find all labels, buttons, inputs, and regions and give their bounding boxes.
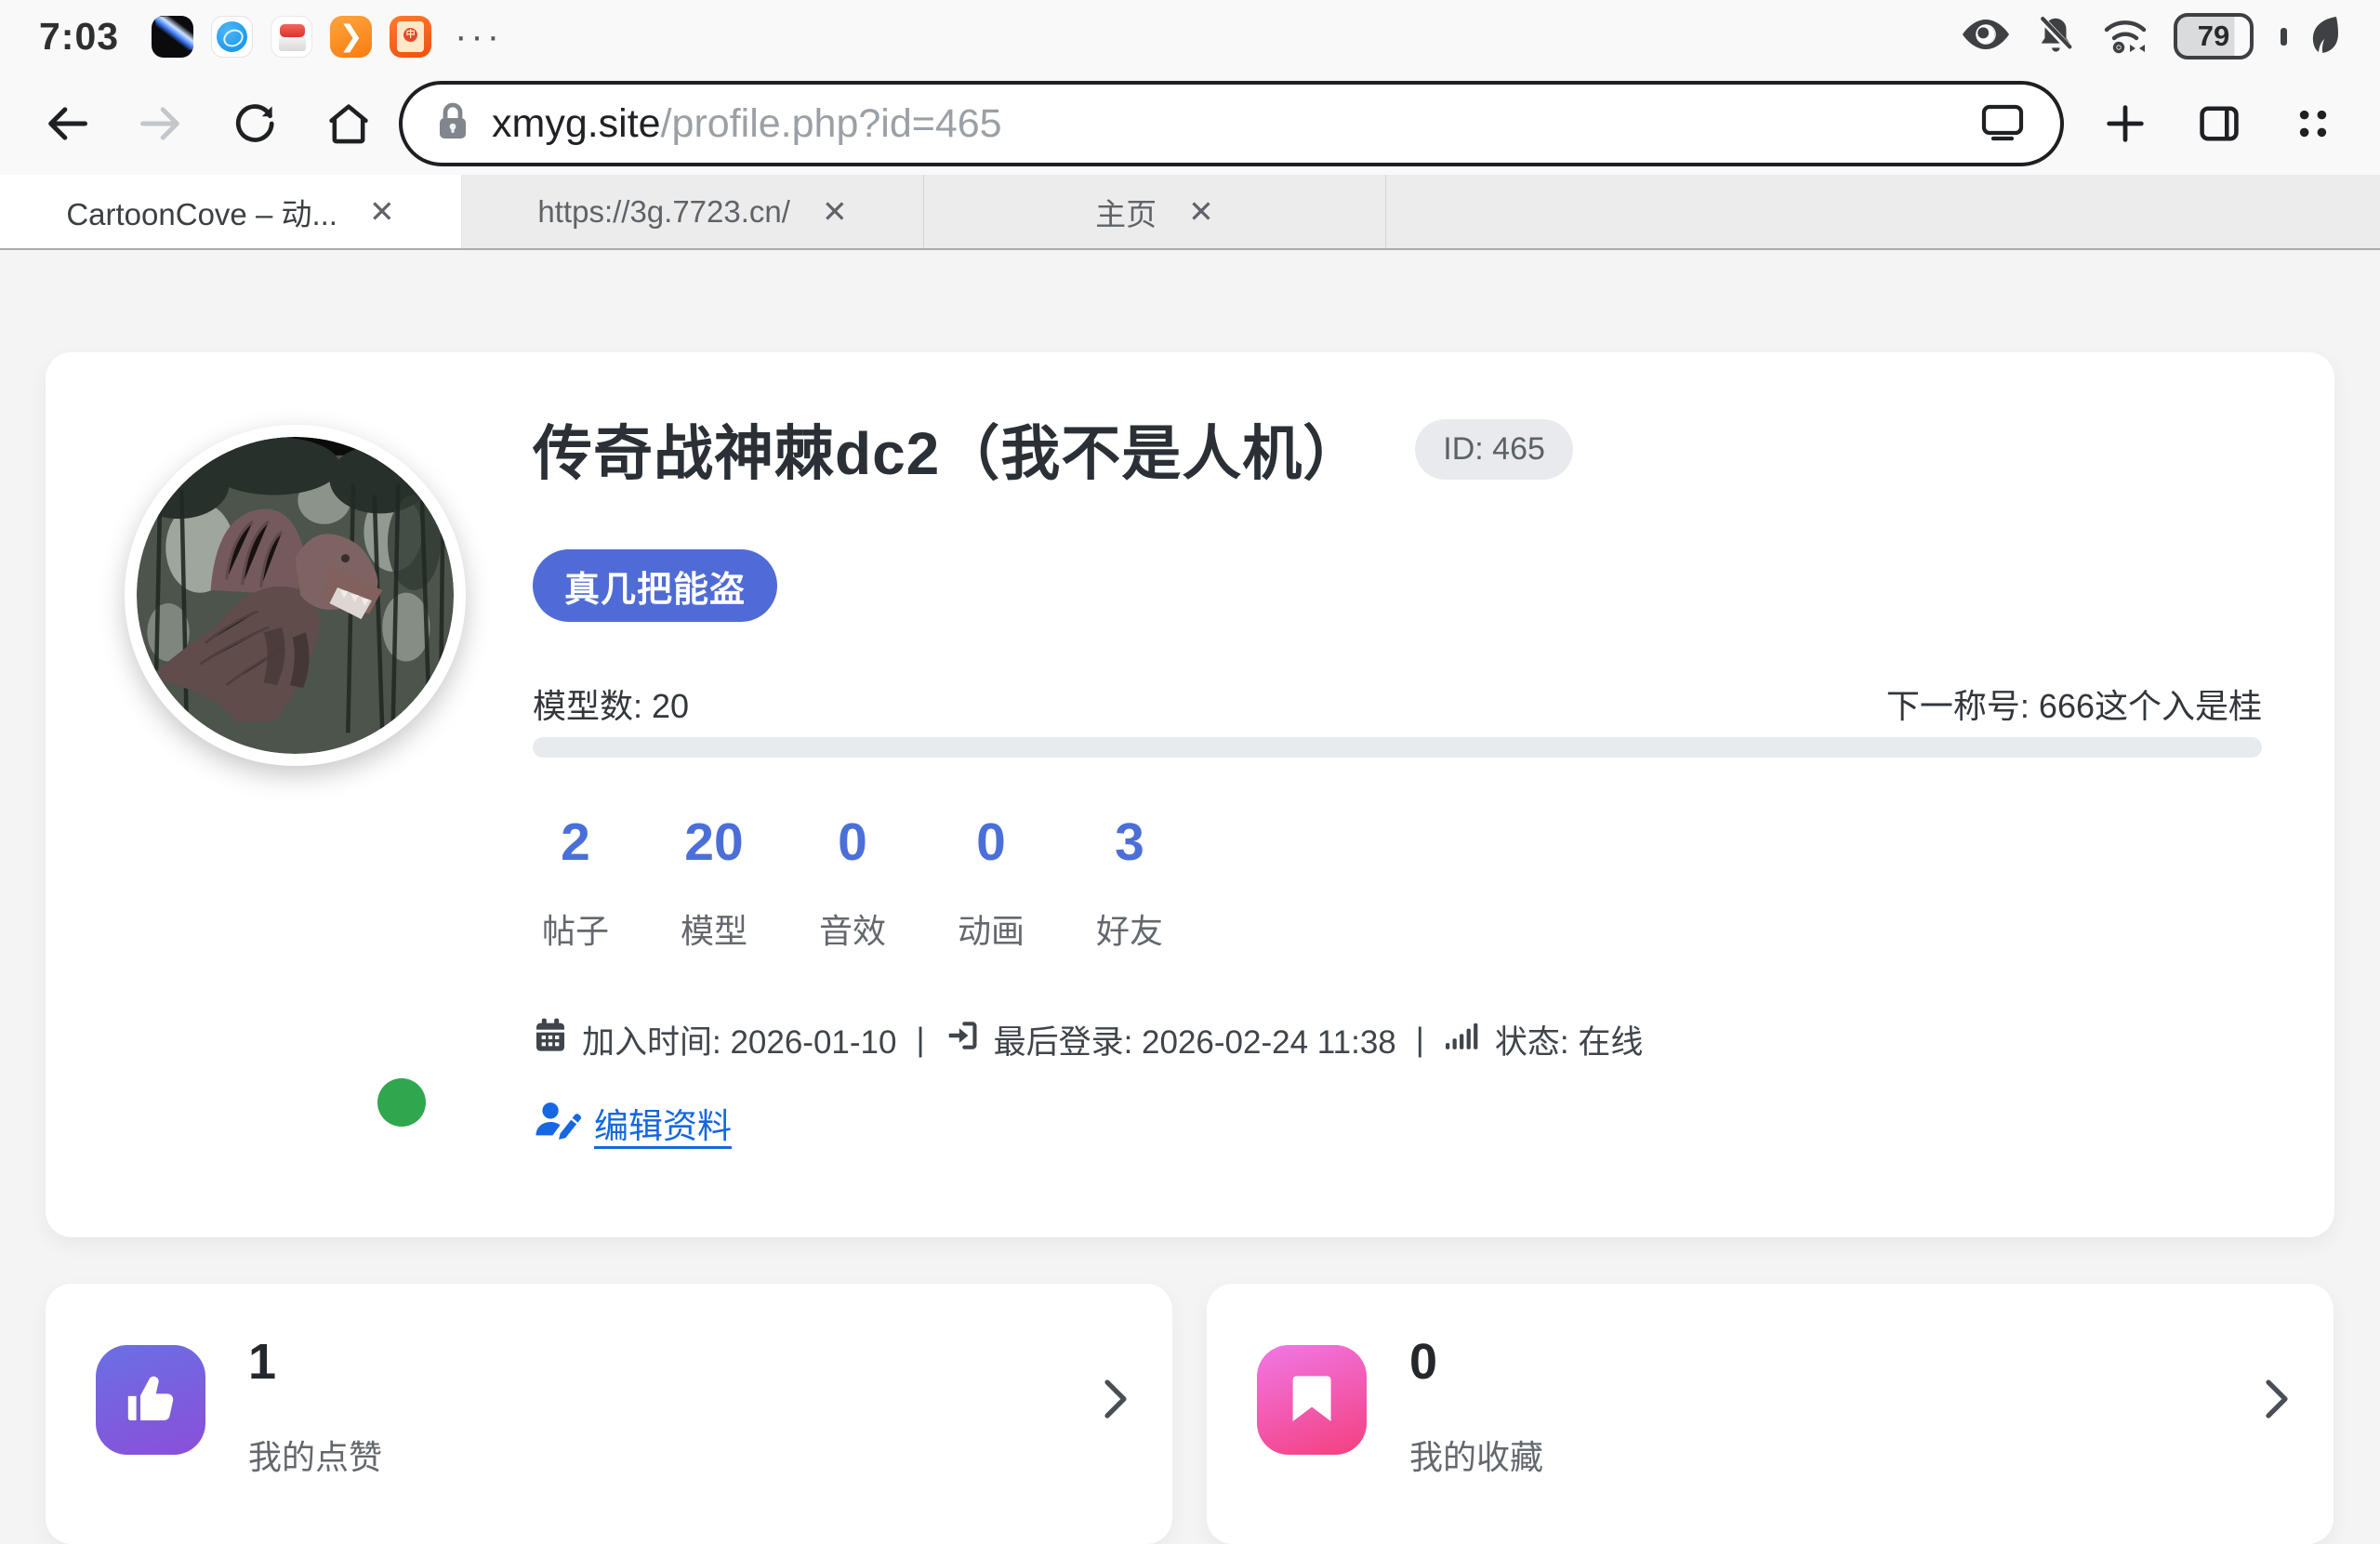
stat-value: 0 [948,813,1034,871]
tab-title: CartoonCove – 动... [66,190,337,234]
online-status-label: 状态: 在线 [1495,1016,1643,1063]
favorites-count: 0 [1409,1334,1437,1390]
stat-label: 模型 [671,904,757,953]
tab-cartooncove[interactable]: CartoonCove – 动... ✕ [0,175,462,248]
stat-value: 0 [810,813,895,871]
stat-label: 好友 [1087,904,1172,953]
next-title-label: 下一称号: 666这个入是桂 [1886,680,2262,728]
level-progress-bar [533,737,2262,758]
profile-id-badge: ID: 465 [1415,419,1573,480]
title-badge-button[interactable]: 真几把能盗 [533,549,777,622]
close-icon[interactable]: ✕ [369,196,395,227]
url-domain: xmyg.site [492,101,661,146]
clock: 7:03 [39,15,119,59]
stat-posts[interactable]: 2 帖子 [533,813,618,953]
favorites-label: 我的收藏 [1409,1431,1543,1479]
person-edit-icon [533,1099,581,1148]
avatar [125,425,466,766]
edit-profile-label: 编辑资料 [594,1098,732,1148]
model-count-label: 模型数: 20 [533,680,689,728]
bookmark-icon [1257,1345,1367,1455]
notification-app-icon-5: 中 [390,16,431,58]
sign-in-icon [945,1018,980,1062]
profile-main: 传奇战神棘dc2（我不是人机） ID: 465 真几把能盗 模型数: 20 下一… [533,352,2262,1237]
wifi-icon [2099,13,2151,60]
chevron-right-icon [2263,1377,2291,1426]
profile-card: 传奇战神棘dc2（我不是人机） ID: 465 真几把能盗 模型数: 20 下一… [46,352,2334,1237]
back-button[interactable] [43,99,91,148]
notification-app-icon-2 [211,16,253,58]
split-screen-button[interactable] [2195,99,2243,148]
grid-menu-icon[interactable] [2289,99,2337,148]
stats-row: 2 帖子 20 模型 0 音效 0 动画 3 好友 [533,813,1172,953]
browser-toolbar: xmyg.site/profile.php?id=465 [0,73,2380,175]
thumbs-up-icon [96,1345,205,1455]
desktop-site-icon[interactable] [1977,98,2029,151]
my-favorites-card[interactable]: 0 我的收藏 [1207,1284,2334,1544]
stat-models[interactable]: 20 模型 [671,813,757,953]
notification-app-icon-4: ❯ [330,16,372,58]
url-bar[interactable]: xmyg.site/profile.php?id=465 [399,81,2064,166]
tab-title: https://3g.7723.cn/ [537,194,790,230]
signal-bars-icon [1444,1019,1481,1061]
forward-button[interactable] [137,99,185,148]
stat-sounds[interactable]: 0 音效 [810,813,895,953]
my-likes-card[interactable]: 1 我的点赞 [46,1284,1172,1544]
url-path: /profile.php?id=465 [661,101,1002,146]
profile-meta-row: 加入时间: 2026-01-10 | 最后登录: 2026-02-24 11:3… [533,1016,1643,1063]
profile-name: 传奇战神棘dc2（我不是人机） [533,406,1363,492]
stat-value: 3 [1087,813,1172,871]
tab-home[interactable]: 主页 ✕ [924,175,1386,248]
leaf-icon [2309,15,2341,59]
status-bar: 7:03 ❯ 中 ··· 79 [0,0,2380,73]
stat-animations[interactable]: 0 动画 [948,813,1034,953]
meta-separator: | [916,1022,924,1059]
lock-icon [434,99,471,149]
stat-label: 音效 [810,904,895,953]
notification-overflow-icon: ··· [455,27,503,46]
stat-friends[interactable]: 3 好友 [1087,813,1172,953]
new-tab-button[interactable] [2101,99,2149,148]
notification-app-icon-1 [152,16,193,58]
tab-title: 主页 [1095,190,1157,234]
likes-count: 1 [248,1334,276,1390]
join-date-label: 加入时间: 2026-01-10 [582,1016,896,1063]
reload-button[interactable] [231,99,279,148]
tab-7723[interactable]: https://3g.7723.cn/ ✕ [462,175,924,248]
battery-terminal [2281,28,2287,46]
stat-label: 动画 [948,904,1034,953]
stat-value: 20 [671,813,757,871]
close-icon[interactable]: ✕ [822,196,848,227]
bell-off-icon [2034,13,2077,60]
home-button[interactable] [324,99,373,148]
stat-value: 2 [533,813,618,871]
battery-icon: 79 [2174,13,2254,59]
last-login-label: 最后登录: 2026-02-24 11:38 [994,1016,1396,1063]
battery-level: 79 [2198,20,2229,53]
calendar-icon [533,1017,568,1062]
eye-icon [1960,16,2012,58]
dinosaur-avatar-image [137,437,454,754]
chevron-right-icon [1102,1377,1130,1426]
page-content: 传奇战神棘dc2（我不是人机） ID: 465 真几把能盗 模型数: 20 下一… [0,252,2380,1487]
edit-profile-link[interactable]: 编辑资料 [533,1098,732,1148]
tab-strip: CartoonCove – 动... ✕ https://3g.7723.cn/… [0,175,2380,250]
url-text: xmyg.site/profile.php?id=465 [492,101,1977,147]
online-status-dot [377,1078,426,1127]
notification-app-icon-3 [271,16,312,58]
stat-label: 帖子 [533,904,618,953]
likes-label: 我的点赞 [248,1431,382,1479]
meta-separator: | [1416,1022,1424,1059]
close-icon[interactable]: ✕ [1188,196,1214,227]
